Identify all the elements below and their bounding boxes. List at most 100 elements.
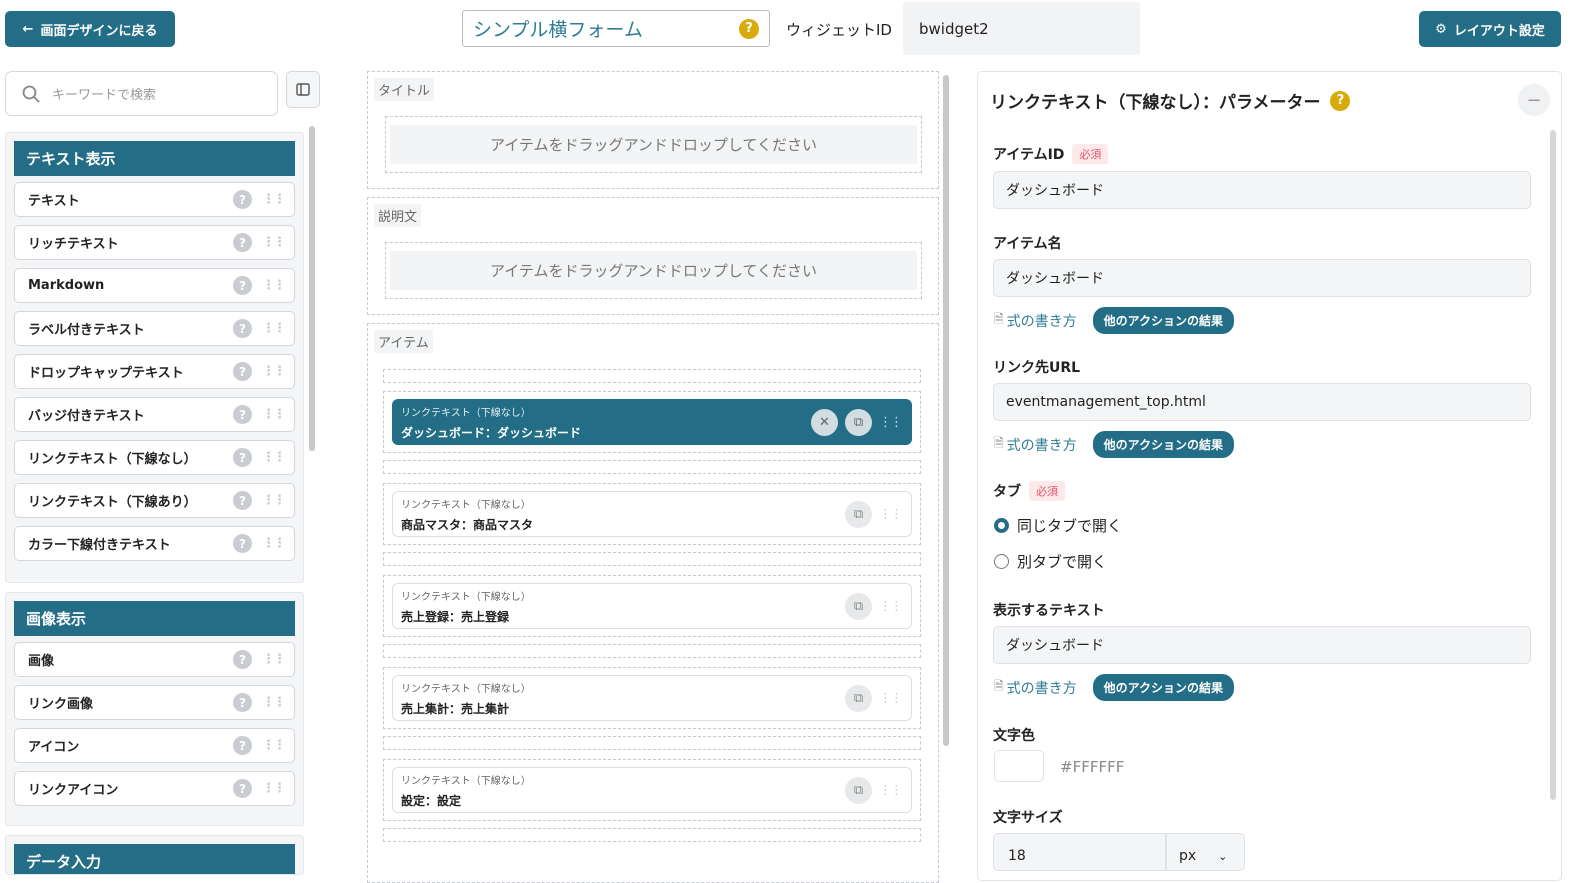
palette-item-color-underline-text[interactable]: カラー下線付きテキスト? ⋮⋮ <box>14 526 295 561</box>
palette-item-link-text-plain[interactable]: リンクテキスト（下線なし）? ⋮⋮ <box>14 440 295 475</box>
text-size-label: 文字サイズ <box>993 810 1063 826</box>
drag-handle-icon[interactable]: ⋮⋮ <box>262 494 286 507</box>
drop-slot[interactable] <box>383 828 921 842</box>
widget-title-field[interactable]: シンプル横フォーム ? <box>462 10 770 47</box>
drag-handle-icon[interactable]: ⋮⋮ <box>262 537 286 550</box>
item-card-settings[interactable]: リンクテキスト（下線なし） 設定：設定 ⧉ ⋮⋮ <box>383 759 921 821</box>
formula-help-link[interactable]: 🗎 式の書き方 <box>994 434 1077 455</box>
drag-handle-icon[interactable]: ⋮⋮ <box>262 451 286 464</box>
sidebar-toggle-button[interactable] <box>286 71 320 108</box>
help-icon[interactable]: ? <box>233 319 252 338</box>
drag-handle-icon[interactable]: ⋮⋮ <box>879 508 903 521</box>
copy-icon[interactable]: ⧉ <box>845 592 872 620</box>
drag-handle-icon[interactable]: ⋮⋮ <box>262 279 286 292</box>
help-icon[interactable]: ? <box>233 693 252 712</box>
help-icon[interactable]: ? <box>739 18 759 39</box>
help-icon[interactable]: ? <box>233 190 252 209</box>
copy-icon[interactable]: ⧉ <box>845 684 872 712</box>
radio-label: 同じタブで開く <box>1017 517 1123 535</box>
item-id-input[interactable]: ダッシュボード <box>993 171 1531 209</box>
help-icon[interactable]: ? <box>233 276 252 295</box>
properties-scrollbar[interactable] <box>1550 130 1556 800</box>
color-swatch[interactable] <box>994 750 1044 782</box>
drag-handle-icon[interactable]: ⋮⋮ <box>262 739 286 752</box>
palette-item-markdown[interactable]: Markdown? ⋮⋮ <box>14 268 295 303</box>
other-action-result-button[interactable]: 他のアクションの結果 <box>1092 674 1235 701</box>
help-icon[interactable]: ? <box>233 534 252 553</box>
sidebar-panel-icon <box>296 83 310 96</box>
item-name-input[interactable]: ダッシュボード <box>993 259 1531 297</box>
help-icon[interactable]: ? <box>233 233 252 252</box>
drag-handle-icon[interactable]: ⋮⋮ <box>879 784 903 797</box>
radio-new-tab[interactable]: 別タブで開く <box>994 551 1107 572</box>
radio-same-tab[interactable]: 同じタブで開く <box>994 515 1122 536</box>
copy-icon[interactable]: ⧉ <box>845 776 872 804</box>
help-icon[interactable]: ? <box>233 362 252 381</box>
help-icon[interactable]: ? <box>233 779 252 798</box>
drag-handle-icon[interactable]: ⋮⋮ <box>262 782 286 795</box>
layout-settings-button[interactable]: ⚙ レイアウト設定 <box>1419 11 1561 47</box>
palette-item-text[interactable]: テキスト? ⋮⋮ <box>14 182 295 217</box>
arrow-left-icon: ← <box>22 21 34 37</box>
color-value: #FFFFFF <box>1060 758 1125 776</box>
widget-id-field[interactable]: bwidget2 <box>903 2 1140 55</box>
drag-handle-icon[interactable]: ⋮⋮ <box>879 600 903 613</box>
palette-item-link-icon[interactable]: リンクアイコン? ⋮⋮ <box>14 771 295 806</box>
help-icon[interactable]: ? <box>1330 90 1351 111</box>
back-to-screen-design-button[interactable]: ← 画面デザインに戻る <box>5 11 175 47</box>
formula-help-link[interactable]: 🗎 式の書き方 <box>994 310 1077 331</box>
card-type: リンクテキスト（下線なし） <box>401 683 531 695</box>
section-label: 説明文 <box>374 204 422 227</box>
palette-item-icon[interactable]: アイコン? ⋮⋮ <box>14 728 295 763</box>
copy-icon[interactable]: ⧉ <box>845 408 872 436</box>
collapse-button[interactable]: − <box>1518 84 1550 116</box>
drop-slot[interactable] <box>383 369 921 383</box>
close-icon[interactable]: ✕ <box>811 408 838 436</box>
palette-item-image[interactable]: 画像? ⋮⋮ <box>14 642 295 677</box>
drag-handle-icon[interactable]: ⋮⋮ <box>262 365 286 378</box>
palette-search-input[interactable]: キーワードで検索 <box>5 71 278 116</box>
palette-item-badge-text[interactable]: バッジ付きテキスト? ⋮⋮ <box>14 397 295 432</box>
drop-slot[interactable] <box>383 644 921 658</box>
palette-item-labeled-text[interactable]: ラベル付きテキスト? ⋮⋮ <box>14 311 295 346</box>
drop-slot[interactable] <box>383 552 921 566</box>
formula-help-link[interactable]: 🗎 式の書き方 <box>994 677 1077 698</box>
drag-handle-icon[interactable]: ⋮⋮ <box>262 696 286 709</box>
display-text-helpers: 🗎 式の書き方 他のアクションの結果 <box>994 674 1235 701</box>
drop-zone[interactable]: アイテムをドラッグアンドドロップしてください <box>385 116 922 173</box>
card-text: ダッシュボード：ダッシュボード <box>401 425 582 440</box>
help-icon[interactable]: ? <box>233 491 252 510</box>
drag-handle-icon[interactable]: ⋮⋮ <box>262 193 286 206</box>
drop-zone[interactable]: アイテムをドラッグアンドドロップしてください <box>385 242 922 299</box>
palette-item-link-image[interactable]: リンク画像? ⋮⋮ <box>14 685 295 720</box>
palette-item-dropcap-text[interactable]: ドロップキャップテキスト? ⋮⋮ <box>14 354 295 389</box>
palette-item-rich-text[interactable]: リッチテキスト? ⋮⋮ <box>14 225 295 260</box>
palette-item-link-text-underline[interactable]: リンクテキスト（下線あり）? ⋮⋮ <box>14 483 295 518</box>
display-text-input[interactable]: ダッシュボード <box>993 626 1531 664</box>
copy-icon[interactable]: ⧉ <box>845 500 872 528</box>
item-card-dashboard[interactable]: リンクテキスト（下線なし） ダッシュボード：ダッシュボード ✕ ⧉ ⋮⋮ <box>383 391 921 453</box>
other-action-result-button[interactable]: 他のアクションの結果 <box>1092 307 1235 334</box>
palette-scrollbar[interactable] <box>309 126 315 451</box>
drag-handle-icon[interactable]: ⋮⋮ <box>262 322 286 335</box>
drop-slot[interactable] <box>383 736 921 750</box>
palette-item-label: 画像 <box>28 654 55 669</box>
text-size-unit-select[interactable]: px ⌄ <box>1166 833 1245 871</box>
link-url-input[interactable]: eventmanagement_top.html <box>993 383 1531 421</box>
help-icon[interactable]: ? <box>233 736 252 755</box>
canvas-scrollbar[interactable] <box>943 75 949 746</box>
drag-handle-icon[interactable]: ⋮⋮ <box>879 416 903 429</box>
help-icon[interactable]: ? <box>233 650 252 669</box>
drag-handle-icon[interactable]: ⋮⋮ <box>879 692 903 705</box>
drag-handle-icon[interactable]: ⋮⋮ <box>262 408 286 421</box>
help-icon[interactable]: ? <box>233 448 252 467</box>
drag-handle-icon[interactable]: ⋮⋮ <box>262 236 286 249</box>
drop-slot[interactable] <box>383 460 921 474</box>
other-action-result-button[interactable]: 他のアクションの結果 <box>1092 431 1235 458</box>
text-size-input[interactable]: 18 <box>993 833 1166 871</box>
item-card-sales-summary[interactable]: リンクテキスト（下線なし） 売上集計：売上集計 ⧉ ⋮⋮ <box>383 667 921 729</box>
item-card-product-master[interactable]: リンクテキスト（下線なし） 商品マスタ：商品マスタ ⧉ ⋮⋮ <box>383 483 921 545</box>
help-icon[interactable]: ? <box>233 405 252 424</box>
drag-handle-icon[interactable]: ⋮⋮ <box>262 653 286 666</box>
item-card-sales-entry[interactable]: リンクテキスト（下線なし） 売上登録：売上登録 ⧉ ⋮⋮ <box>383 575 921 637</box>
